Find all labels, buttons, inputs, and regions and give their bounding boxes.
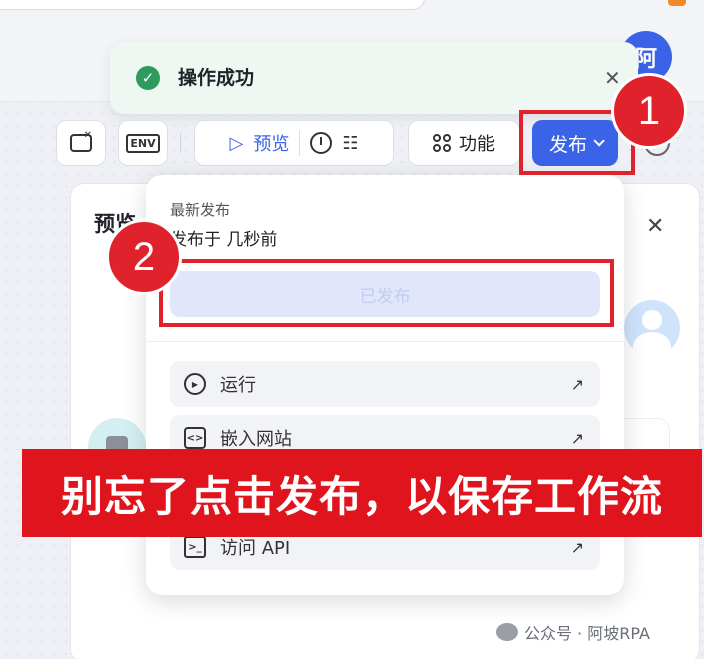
check-circle-icon: ✓ (136, 66, 160, 90)
close-icon[interactable]: ✕ (646, 215, 664, 239)
play-icon[interactable]: ▷ (230, 133, 244, 154)
publish-time: 发布于 几秒前 (170, 230, 278, 250)
history-icon[interactable] (310, 132, 333, 154)
preview-button[interactable]: 预览 (253, 130, 289, 156)
top-input[interactable] (0, 0, 425, 10)
highlight-box-published (159, 259, 614, 327)
arrow-up-right-icon: ↗ (570, 537, 584, 557)
step-badge-1: 1 (611, 73, 687, 149)
checklist-icon[interactable]: ☷ (342, 133, 358, 154)
env-icon: ENV (126, 133, 160, 153)
reminder-banner: 别忘了点击发布，以保存工作流 (22, 449, 702, 537)
wechat-icon (496, 623, 518, 641)
arrow-up-right-icon: ↗ (570, 374, 584, 394)
run-label: 运行 (220, 375, 256, 396)
env-button[interactable]: ENV (118, 120, 168, 166)
user-avatar (624, 300, 680, 356)
chat-clear-icon (70, 130, 92, 152)
toolbar-divider (180, 133, 181, 153)
feature-button[interactable]: 功能 (408, 120, 520, 166)
watermark-text: 公众号 · 阿坡RPA (524, 624, 650, 643)
debug-chat-button[interactable] (56, 120, 106, 166)
arrow-up-right-icon: ↗ (570, 428, 584, 448)
group-divider (299, 130, 301, 156)
code-icon: <> (184, 427, 206, 449)
watermark: 公众号 · 阿坡RPA (496, 620, 650, 644)
run-item[interactable]: ▶ 运行 ↗ (170, 361, 600, 407)
toast-message: 操作成功 (178, 67, 255, 89)
terminal-icon: >_ (184, 536, 206, 558)
divider (146, 341, 624, 342)
play-circle-icon: ▶ (184, 373, 206, 395)
corner-indicator (668, 0, 686, 6)
preview-group: ▷ 预览 ☷ (194, 120, 394, 166)
step-badge-2: 2 (106, 219, 182, 295)
embed-label: 嵌入网站 (220, 429, 292, 450)
apps-icon (433, 134, 451, 152)
feature-label: 功能 (459, 134, 495, 155)
latest-publish-label: 最新发布 (170, 201, 231, 219)
api-label: 访问 API (220, 538, 291, 559)
